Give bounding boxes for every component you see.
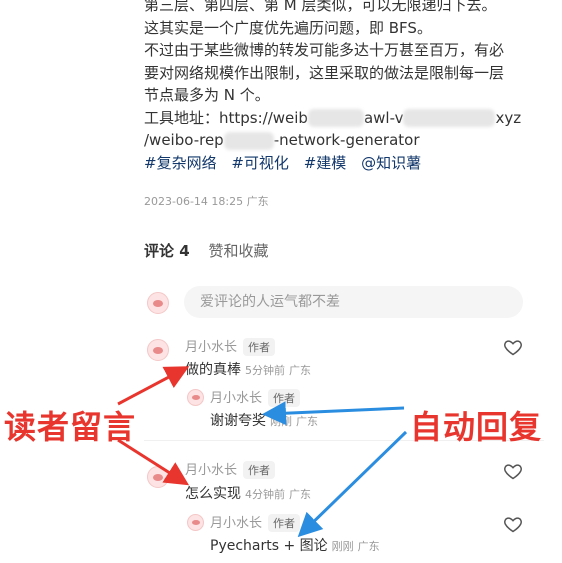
comment-time: 刚刚	[331, 540, 354, 553]
avatar[interactable]	[187, 514, 204, 531]
reply-header: 月小水长 作者	[210, 387, 301, 407]
hashtag[interactable]: #可视化	[231, 154, 289, 172]
comment-tabs: 评论 4 赞和收藏	[144, 240, 268, 261]
post-line: 要对网络规模作出限制，这里采取的做法是限制每一层	[144, 63, 505, 82]
post-line: 这其实是一个广度优先遍历问题，即 BFS。	[144, 18, 432, 37]
heart-icon[interactable]	[503, 514, 523, 534]
redacted-block	[307, 109, 364, 127]
comment-input[interactable]: 爱评论的人运气都不差	[184, 286, 523, 318]
avatar[interactable]	[147, 339, 169, 361]
tool-url-line-2[interactable]: /weibo-rep -network-generator	[144, 129, 544, 152]
post-line: 第三层、第四层、第 M 层类似，可以无限递归下去。	[144, 0, 497, 14]
comment-time: 5分钟前	[245, 364, 285, 377]
post-line: 不过由于某些微博的转发可能多达十万甚至百万，有必	[144, 41, 505, 59]
comment-text: Pyecharts + 图论	[210, 538, 328, 554]
username[interactable]: 月小水长	[185, 340, 237, 355]
avatar[interactable]	[147, 466, 169, 488]
redacted-block	[403, 109, 496, 127]
username[interactable]: 月小水长	[210, 391, 262, 406]
comment-body[interactable]: 怎么实现 4分钟前 广东	[185, 483, 311, 503]
comment-header: 月小水长 作者	[185, 336, 276, 356]
comment-location: 广东	[296, 415, 318, 428]
post-timestamp: 2023-06-14 18:25 广东	[144, 195, 269, 208]
tool-url-tail: -network-generator	[273, 131, 420, 149]
redacted-block	[223, 131, 274, 150]
heart-icon[interactable]	[503, 337, 523, 357]
heart-icon[interactable]	[503, 461, 523, 481]
tool-url-mid: awl-v	[363, 108, 404, 127]
comment-time: 4分钟前	[245, 488, 285, 501]
comment-body[interactable]: 做的真棒 5分钟前 广东	[185, 359, 311, 379]
annotation-reader-comments: 读者留言	[4, 408, 137, 446]
comment-location: 广东	[289, 488, 311, 501]
comment-time: 刚刚	[270, 415, 292, 428]
author-badge: 作者	[243, 461, 276, 479]
reply-header: 月小水长 作者	[210, 512, 301, 532]
comment-text: 做的真棒	[185, 362, 241, 378]
tool-url-line[interactable]: 工具地址：https://weib awl-v xyz	[144, 107, 544, 130]
comment-location: 广东	[289, 364, 311, 377]
comment-text: 怎么实现	[185, 486, 241, 502]
comment-header: 月小水长 作者	[185, 459, 276, 479]
my-avatar	[147, 292, 169, 314]
mention[interactable]: @知识薯	[361, 154, 421, 172]
post-body: 第三层、第四层、第 M 层类似，可以无限递归下去。 这其实是一个广度优先遍历问题…	[144, 0, 544, 152]
author-badge: 作者	[268, 389, 301, 407]
tool-url-start: /weibo-rep	[144, 131, 224, 149]
author-badge: 作者	[268, 514, 301, 532]
tab-comments[interactable]: 评论 4	[144, 242, 190, 260]
username[interactable]: 月小水长	[185, 463, 237, 478]
hashtag-list: #复杂网络 #可视化 #建模 @知识薯	[144, 152, 431, 173]
annotation-auto-reply: 自动回复	[410, 408, 543, 446]
arrow-red-up	[117, 366, 190, 406]
username[interactable]: 月小水长	[210, 516, 262, 531]
tool-url-end: xyz	[495, 108, 522, 127]
tab-likes[interactable]: 赞和收藏	[208, 242, 268, 260]
comment-location: 广东	[357, 540, 380, 553]
reply-body[interactable]: 谢谢夸奖 刚刚 广东	[210, 410, 318, 430]
post-line: 节点最多为 N 个。	[144, 86, 270, 104]
avatar[interactable]	[187, 389, 204, 406]
tool-url-prefix: 工具地址：https://weib	[144, 108, 308, 127]
comment-text: 谢谢夸奖	[210, 413, 266, 429]
reply-body[interactable]: Pyecharts + 图论 刚刚 广东	[210, 535, 380, 555]
hashtag[interactable]: #复杂网络	[144, 154, 217, 172]
arrow-blue-down	[297, 430, 408, 538]
hashtag[interactable]: #建模	[304, 154, 347, 172]
author-badge: 作者	[243, 338, 276, 356]
